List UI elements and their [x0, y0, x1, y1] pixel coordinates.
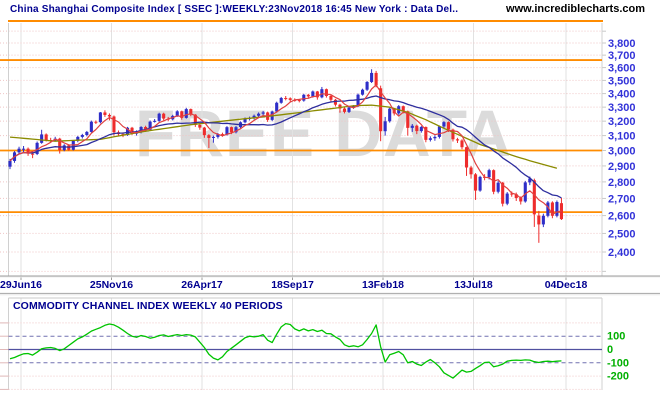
svg-text:25Nov16: 25Nov16 — [90, 279, 133, 291]
panel-separator — [0, 294, 660, 296]
cci-panel-title: COMMODITY CHANNEL INDEX WEEKLY 40 PERIOD… — [13, 300, 283, 312]
title-underline-rule — [8, 20, 603, 22]
candlestick-series — [8, 69, 563, 243]
svg-text:-100: -100 — [607, 357, 629, 369]
svg-text:3,800: 3,800 — [608, 38, 636, 50]
svg-text:2,700: 2,700 — [608, 193, 636, 205]
cci-axis-labels: 1000-100 -200 — [607, 331, 629, 383]
price-axis-labels: 3,8003,7003,6003,500 3,4003,300 3,200 3,100… — [608, 38, 636, 259]
svg-text:26Apr17: 26Apr17 — [181, 279, 223, 291]
svg-text:04Dec18: 04Dec18 — [545, 279, 588, 291]
price-and-cci-chart[interactable]: 3,8003,7003,6003,500 3,4003,300 3,200 3,100… — [0, 0, 660, 400]
svg-text:3,100: 3,100 — [608, 131, 636, 143]
svg-text:3,200: 3,200 — [608, 116, 636, 128]
svg-text:18Sep17: 18Sep17 — [271, 279, 314, 291]
chart-window: China Shanghai Composite Index [ SSEC ]:… — [0, 0, 660, 400]
svg-text:13Feb18: 13Feb18 — [362, 279, 404, 291]
site-link[interactable]: www.incrediblecharts.com — [506, 3, 645, 15]
svg-text:3,300: 3,300 — [608, 102, 636, 114]
price-panel-gridlines — [0, 23, 660, 280]
svg-text:2,500: 2,500 — [608, 228, 636, 240]
date-axis-labels: 29Jun16 25Nov16 26Apr17 18Sep17 13Feb18 13Jul… — [0, 279, 587, 291]
cci-line — [10, 324, 561, 379]
svg-text:100: 100 — [607, 331, 625, 343]
svg-text:2,900: 2,900 — [608, 161, 636, 173]
svg-text:3,500: 3,500 — [608, 75, 636, 87]
svg-text:3,600: 3,600 — [608, 63, 636, 75]
svg-text:-200: -200 — [607, 371, 629, 383]
cci-level-lines — [0, 323, 602, 390]
svg-text:2,800: 2,800 — [608, 177, 636, 189]
svg-text:29Jun16: 29Jun16 — [0, 279, 42, 291]
svg-text:2,400: 2,400 — [608, 247, 636, 259]
svg-text:0: 0 — [607, 344, 613, 356]
svg-text:13Jul18: 13Jul18 — [454, 279, 493, 291]
svg-text:3,000: 3,000 — [608, 146, 636, 158]
svg-text:2,600: 2,600 — [608, 211, 636, 223]
svg-text:3,400: 3,400 — [608, 89, 636, 101]
svg-text:3,700: 3,700 — [608, 50, 636, 62]
chart-title: China Shanghai Composite Index [ SSEC ]:… — [10, 4, 458, 15]
